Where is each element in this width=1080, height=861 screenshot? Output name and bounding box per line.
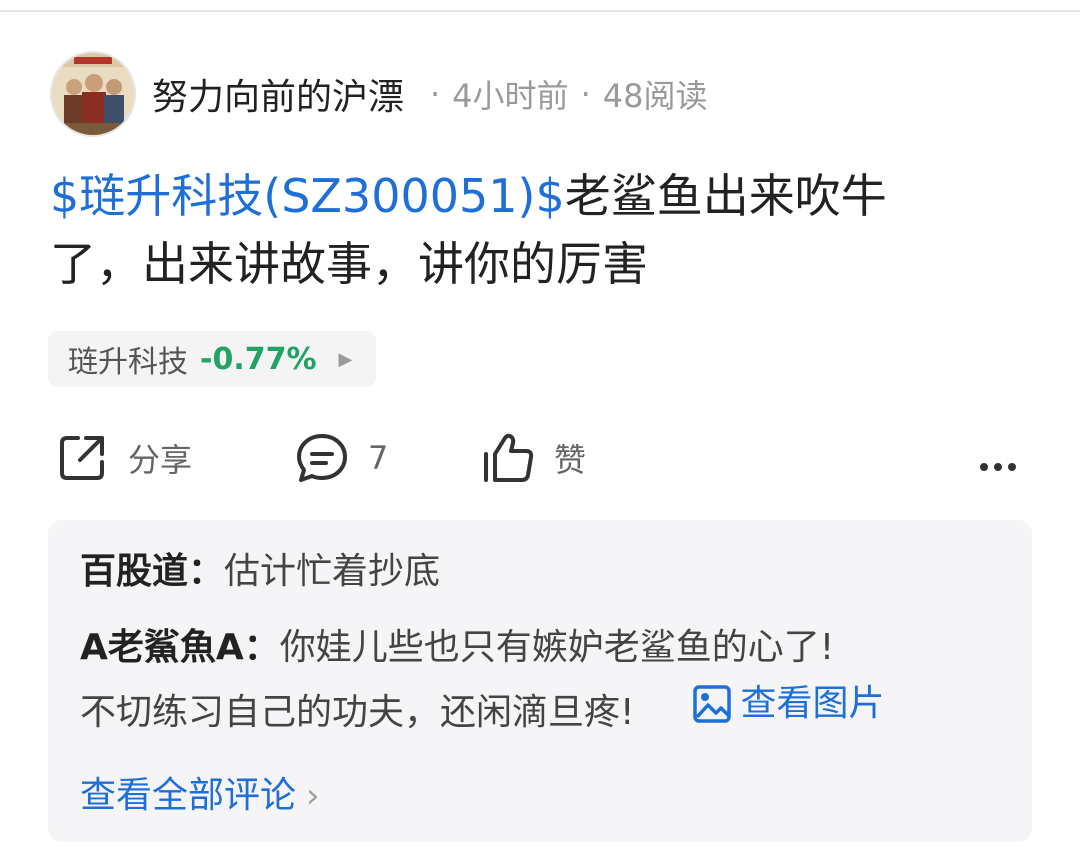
comment-text-line2: 不切练习自己的功夫，还闲滴旦疼! bbox=[80, 692, 635, 733]
post-text-line2: 了，出来讲故事，讲你的厉害 bbox=[50, 237, 648, 291]
comments-preview: 百股道：估计忙着抄底 A老鯊魚A：你娃儿些也只有嫉妒老鲨鱼的心了! 不切练习自己… bbox=[48, 520, 1032, 842]
view-image-label: 查看图片 bbox=[740, 683, 885, 724]
read-count: 48阅读 bbox=[602, 77, 708, 115]
comment-button[interactable]: 7 bbox=[294, 420, 388, 496]
chevron-right-icon: ▶ bbox=[338, 348, 353, 370]
view-image-link[interactable]: 查看图片 bbox=[692, 676, 884, 732]
comment-count: 7 bbox=[368, 439, 389, 477]
view-all-label: 查看全部评论 bbox=[80, 775, 297, 816]
post-body: $琏升科技(SZ300051)$老鲨鱼出来吹牛 了，出来讲故事，讲你的厉害 bbox=[50, 162, 1010, 298]
comment-text-line1: 你娃儿些也只有嫉妒老鲨鱼的心了! bbox=[279, 627, 835, 668]
comment-icon bbox=[297, 434, 347, 482]
chevron-right-icon: › bbox=[306, 776, 320, 816]
top-divider bbox=[0, 10, 1080, 12]
like-button[interactable]: 赞 bbox=[480, 420, 586, 496]
view-all-comments-link[interactable]: 查看全部评论 › bbox=[80, 768, 320, 824]
meta-separator: · bbox=[580, 75, 591, 113]
post-meta: · 4小时前 · 48阅读 bbox=[418, 71, 707, 117]
like-label: 赞 bbox=[554, 441, 587, 479]
post-text-line1: 老鲨鱼出来吹牛 bbox=[564, 169, 887, 223]
post-time: 4小时前 bbox=[452, 77, 569, 115]
stock-chip-change: -0.77% bbox=[200, 341, 317, 377]
meta-separator: · bbox=[430, 75, 441, 113]
share-label: 分享 bbox=[128, 441, 193, 479]
comment-item[interactable]: A老鯊魚A：你娃儿些也只有嫉妒老鲨鱼的心了! 不切练习自己的功夫，还闲滴旦疼! 查… bbox=[80, 620, 1010, 741]
more-icon bbox=[980, 463, 1016, 471]
stock-chip-name: 琏升科技 bbox=[68, 345, 188, 380]
comment-text: 估计忙着抄底 bbox=[224, 551, 441, 592]
avatar-image bbox=[52, 53, 134, 135]
comment-author[interactable]: A老鯊魚A： bbox=[80, 627, 280, 668]
action-bar: 分享 7 赞 bbox=[50, 420, 1030, 496]
comment-author[interactable]: 百股道： bbox=[80, 551, 224, 592]
share-icon bbox=[60, 436, 104, 480]
image-icon bbox=[693, 685, 732, 723]
more-button[interactable] bbox=[974, 420, 1022, 496]
author-name[interactable]: 努力向前的沪漂 bbox=[152, 68, 404, 120]
avatar[interactable] bbox=[50, 51, 136, 137]
post-header: 努力向前的沪漂 · 4小时前 · 48阅读 bbox=[50, 50, 707, 138]
comment-item[interactable]: 百股道：估计忙着抄底 bbox=[80, 544, 440, 600]
thumbs-up-icon bbox=[484, 433, 534, 482]
stock-chip[interactable]: 琏升科技 -0.77% ▶ bbox=[48, 331, 377, 387]
stock-tag-link[interactable]: $琏升科技(SZ300051)$ bbox=[50, 169, 565, 223]
share-button[interactable]: 分享 bbox=[54, 420, 192, 496]
